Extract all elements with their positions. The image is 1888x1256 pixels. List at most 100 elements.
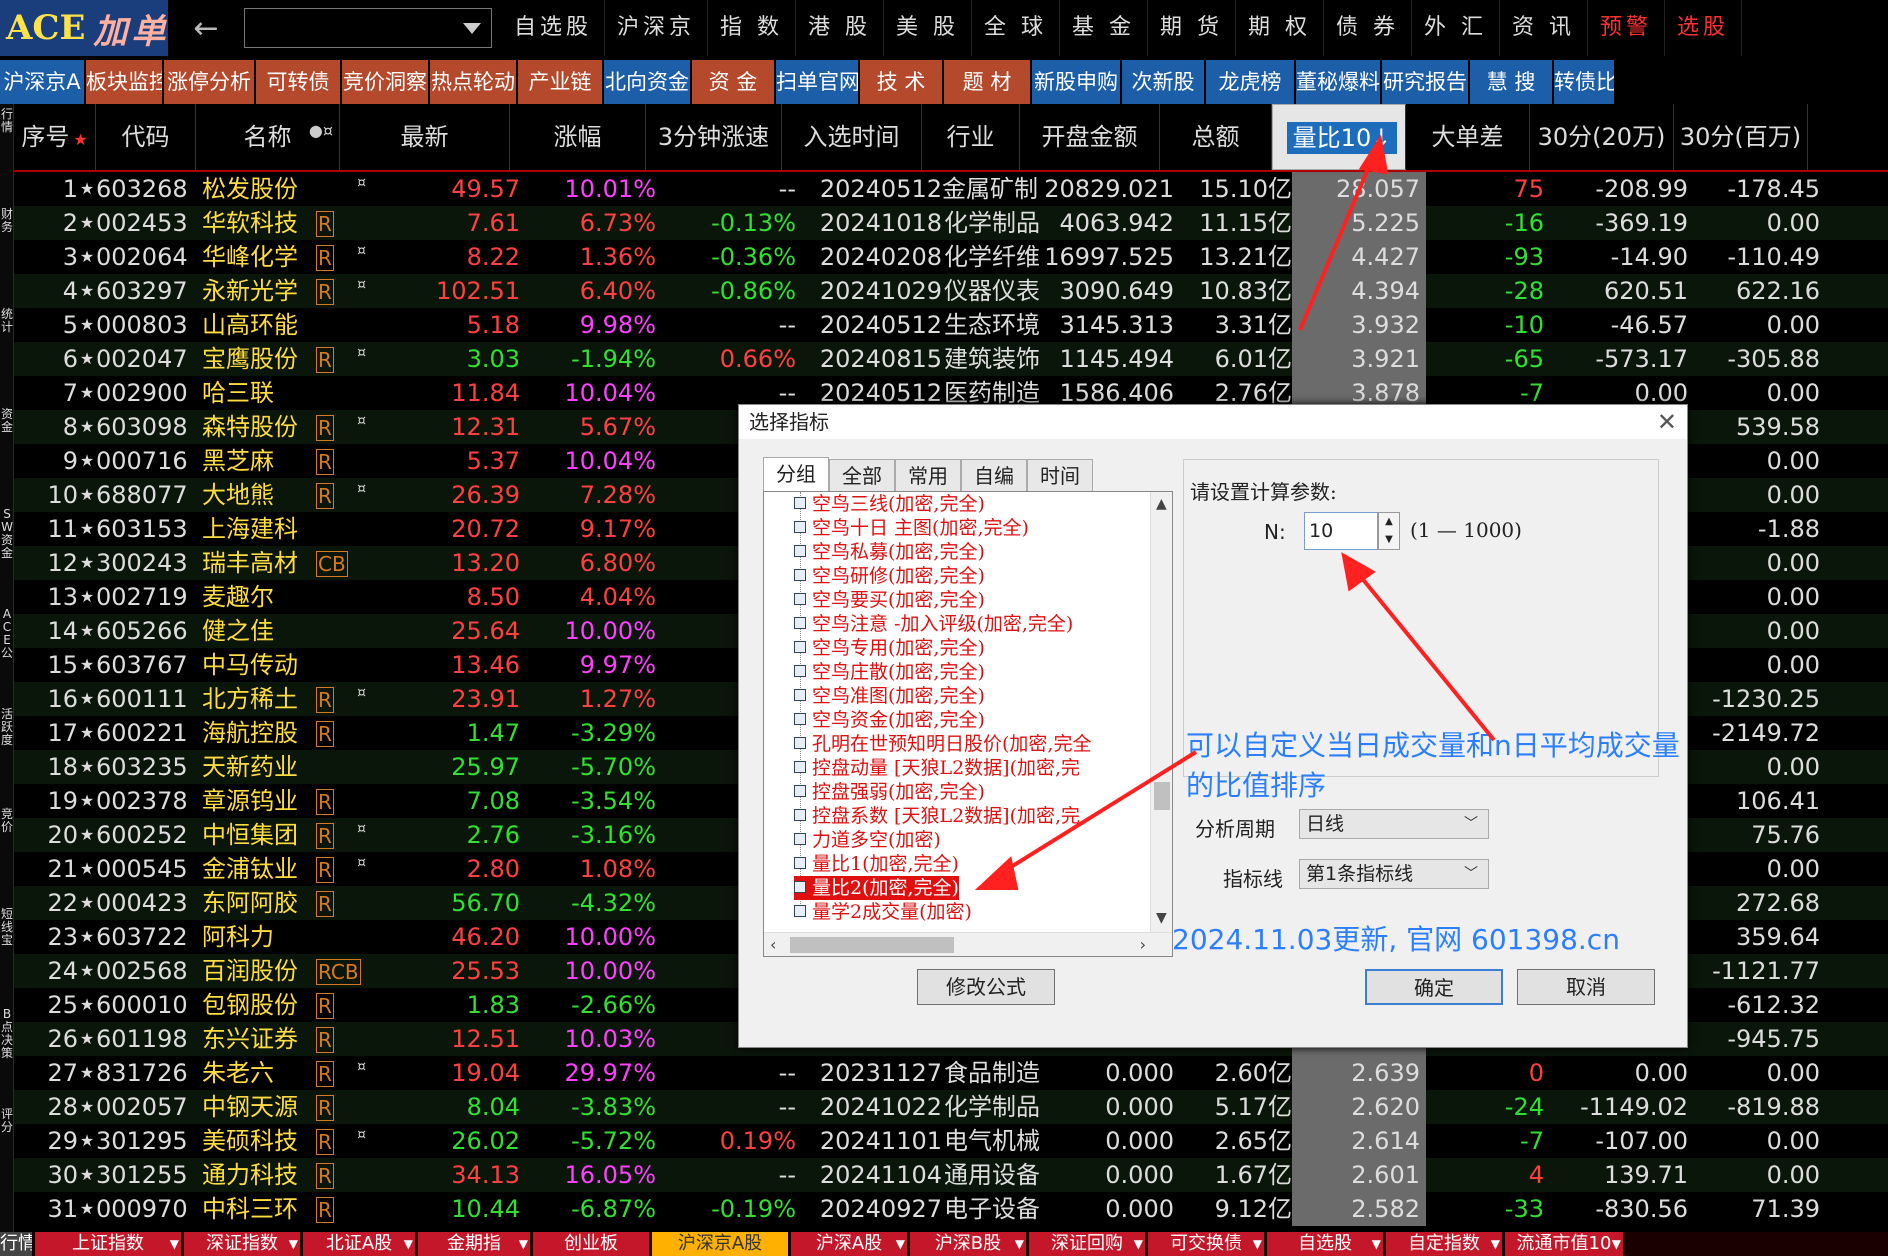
table-row[interactable]: 2 ★ 002453 华软科技 R 7.61 6.73% -0.13% 20241018 化学制品…	[14, 206, 1888, 240]
dropdown-arrow-icon[interactable]: ▼	[170, 1232, 179, 1256]
menu-item-13[interactable]: 选股	[1665, 0, 1743, 56]
tree-item[interactable]: 控盘系数 [天狼L2数据](加密,完	[794, 804, 1080, 828]
back-arrow-icon[interactable]: ←	[168, 11, 244, 46]
function-tab-2[interactable]: 涨停分析	[164, 60, 254, 104]
tree-item[interactable]: 空鸟庄散(加密,完全)	[794, 660, 985, 684]
function-tab-0[interactable]: 沪深京A	[0, 60, 84, 104]
dialog-tab-1[interactable]: 全部	[829, 459, 895, 491]
left-tab-2[interactable]: 统计	[0, 308, 14, 334]
chevron-down-icon[interactable]	[463, 23, 481, 34]
left-tab-0[interactable]: 行情	[0, 108, 14, 134]
menu-item-11[interactable]: 资 讯	[1500, 0, 1589, 56]
tree-horizontal-scrollbar[interactable]: ‹ ›	[764, 932, 1172, 956]
col-header-pct[interactable]: 涨幅	[510, 104, 646, 170]
dropdown-arrow-icon[interactable]: ▼	[1491, 1232, 1500, 1256]
market-tab-4[interactable]: 金期指 ▼	[418, 1232, 530, 1256]
tree-item[interactable]: 孔明在世预知明日股价(加密,完全	[794, 732, 1091, 756]
market-tab-11[interactable]: 自选股 ▼	[1267, 1232, 1383, 1256]
spin-up-icon[interactable]: ▲	[1379, 513, 1399, 531]
dropdown-arrow-icon[interactable]: ▼	[1134, 1232, 1143, 1256]
menu-item-10[interactable]: 外 汇	[1412, 0, 1501, 56]
spin-down-icon[interactable]: ▼	[1379, 531, 1399, 549]
menu-item-4[interactable]: 美 股	[884, 0, 973, 56]
function-tab-4[interactable]: 竞价洞察	[342, 60, 428, 104]
market-tab-7[interactable]: 沪深A股 ▼	[791, 1232, 907, 1256]
market-tab-8[interactable]: 沪深B股 ▼	[910, 1232, 1026, 1256]
left-tab-6[interactable]: 活跃度	[0, 708, 14, 747]
scroll-left-icon[interactable]: ‹	[770, 935, 776, 954]
menu-item-3[interactable]: 港 股	[796, 0, 885, 56]
col-header-name[interactable]: 名称 ●¤	[196, 104, 340, 170]
col-header-index[interactable]: 序号 ★	[14, 104, 96, 170]
market-tab-3[interactable]: 北证A股 ▼	[303, 1232, 415, 1256]
col-header-speed[interactable]: 3分钟涨速	[646, 104, 782, 170]
function-tab-11[interactable]: 题 材	[944, 60, 1030, 104]
tree-item[interactable]: 力道多空(加密)	[794, 828, 941, 852]
table-row[interactable]: 28 ★ 002057 中钢天源 R 8.04 -3.83% -- 20241022 化学制品 0.…	[14, 1090, 1888, 1124]
table-row[interactable]: 30 ★ 301255 通力科技 R 34.13 16.05% -- 20241104 通用设备 0…	[14, 1158, 1888, 1192]
dropdown-arrow-icon[interactable]: ▼	[519, 1232, 528, 1256]
dropdown-arrow-icon[interactable]: ▼	[404, 1232, 413, 1256]
function-tab-3[interactable]: 可转债	[256, 60, 340, 104]
tree-item[interactable]: 空鸟专用(加密,完全)	[794, 636, 985, 660]
col-header-industry[interactable]: 行业	[922, 104, 1020, 170]
function-tab-13[interactable]: 次新股	[1122, 60, 1204, 104]
market-tab-10[interactable]: 可交换债 ▼	[1148, 1232, 1264, 1256]
dropdown-arrow-icon[interactable]: ▼	[1372, 1232, 1381, 1256]
tree-item[interactable]: 空鸟三线(加密,完全)	[794, 492, 985, 516]
tree-item[interactable]: 空鸟私募(加密,完全)	[794, 540, 985, 564]
tree-item[interactable]: 空鸟资金(加密,完全)	[794, 708, 985, 732]
menu-item-6[interactable]: 基 金	[1060, 0, 1149, 56]
dropdown-arrow-icon[interactable]: ▼	[896, 1232, 905, 1256]
menu-item-7[interactable]: 期 货	[1148, 0, 1237, 56]
market-tab-0[interactable]: 行情	[0, 1232, 32, 1256]
table-row[interactable]: 5 ★ 000803 山高环能 5.18 9.98% -- 20240512 生态环境 3145.…	[14, 308, 1888, 342]
function-tab-12[interactable]: 新股申购	[1032, 60, 1120, 104]
ok-button[interactable]: 确定	[1365, 969, 1503, 1005]
chevron-down-icon[interactable]: ﹀	[1464, 860, 1478, 888]
dialog-tab-3[interactable]: 自编	[961, 459, 1027, 491]
left-tab-1[interactable]: 财务	[0, 208, 14, 234]
market-tab-1[interactable]: 上证指数 ▼	[35, 1232, 181, 1256]
menu-item-8[interactable]: 期 权	[1236, 0, 1325, 56]
hscroll-thumb[interactable]	[790, 937, 954, 953]
col-header-30min-million[interactable]: 30分(百万)	[1674, 104, 1808, 170]
left-tab-4[interactable]: SW资金	[0, 508, 14, 560]
indicator-line-select[interactable]: 第1条指标线 ﹀	[1299, 859, 1489, 889]
function-tab-9[interactable]: 扫单官网	[776, 60, 858, 104]
function-tab-6[interactable]: 产业链	[518, 60, 602, 104]
col-header-30min-20w[interactable]: 30分(20万)	[1530, 104, 1674, 170]
function-tab-5[interactable]: 热点轮动	[430, 60, 516, 104]
left-tab-3[interactable]: 资金	[0, 408, 14, 434]
left-tab-9[interactable]: B点决策	[0, 1008, 14, 1060]
function-tab-16[interactable]: 研究报告	[1382, 60, 1468, 104]
market-tab-12[interactable]: 自定指数 ▼	[1386, 1232, 1502, 1256]
period-select[interactable]: 日线 ﹀	[1299, 809, 1489, 839]
indicator-tree[interactable]: 空鸟三线(加密,完全) 空鸟十日 主图(加密,完全) 空鸟私募(加密,完全) 空鸟研修…	[763, 491, 1173, 957]
function-tab-7[interactable]: 北向资金	[604, 60, 690, 104]
table-row[interactable]: 27 ★ 831726 朱老六 R ¤ 19.04 29.97% -- 20231127 食品制造 0…	[14, 1056, 1888, 1090]
function-tab-14[interactable]: 龙虎榜	[1206, 60, 1294, 104]
market-tab-2[interactable]: 深证指数 ▼	[184, 1232, 300, 1256]
menu-item-2[interactable]: 指 数	[708, 0, 797, 56]
table-row[interactable]: 31 ★ 000970 中科三环 R 10.44 -6.87% -0.19% 20240927 电…	[14, 1192, 1888, 1226]
scroll-right-icon[interactable]: ›	[1140, 935, 1146, 954]
edit-formula-button[interactable]: 修改公式	[917, 969, 1055, 1005]
tree-item[interactable]: 空鸟准图(加密,完全)	[794, 684, 985, 708]
tree-item[interactable]: 空鸟十日 主图(加密,完全)	[794, 516, 1029, 540]
tree-item[interactable]: 量学2成交量(加密)	[794, 900, 972, 924]
left-tab-10[interactable]: 评分	[0, 1108, 14, 1134]
market-tab-9[interactable]: 深证回购 ▼	[1029, 1232, 1145, 1256]
function-tab-1[interactable]: 板块监控	[86, 60, 162, 104]
market-tab-5[interactable]: 创业板	[533, 1232, 649, 1256]
table-row[interactable]: 29 ★ 301295 美硕科技 R ¤ 26.02 -5.72% 0.19% 20241101 电…	[14, 1124, 1888, 1158]
function-tab-10[interactable]: 技 术	[860, 60, 942, 104]
tree-vertical-scrollbar[interactable]: ▲ ▼	[1150, 492, 1172, 932]
stock-search-combobox[interactable]	[244, 8, 492, 48]
dropdown-arrow-icon[interactable]: ▼	[1253, 1232, 1262, 1256]
left-tab-7[interactable]: 竞价	[0, 808, 14, 834]
left-tab-8[interactable]: 短线宝	[0, 908, 14, 947]
col-header-open-amount[interactable]: 开盘金额	[1020, 104, 1160, 170]
table-row[interactable]: 1★603268松发股份¤49.5710.01%--20240512金属矿制品2…	[14, 172, 1888, 206]
dialog-tab-4[interactable]: 时间	[1027, 459, 1093, 491]
